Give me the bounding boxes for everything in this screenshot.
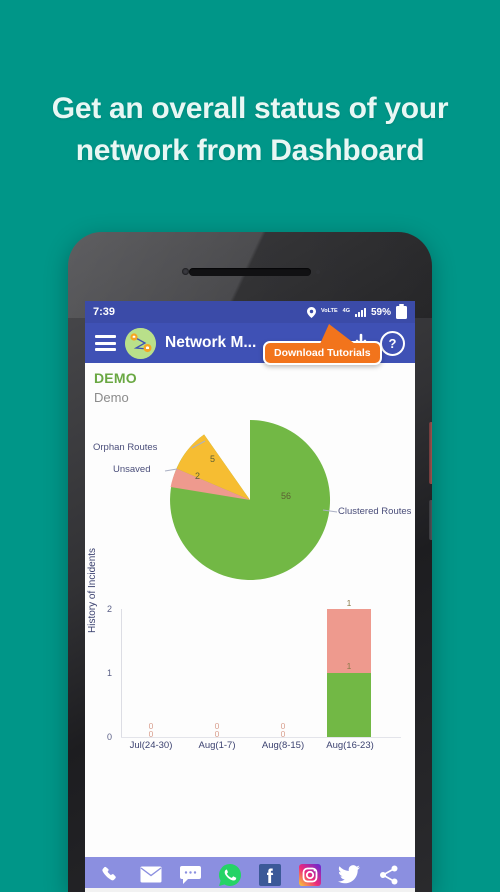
sms-icon[interactable] bbox=[179, 864, 201, 886]
bar-category-aug-16-23: Aug(16-23) bbox=[326, 740, 374, 751]
routes-pie-chart: Orphan Routes Unsaved Clustered Routes 5… bbox=[85, 407, 415, 589]
bar-column-aug-16-23[interactable] bbox=[327, 609, 371, 737]
battery-percent-label: 59% bbox=[370, 306, 391, 318]
location-pin-icon bbox=[307, 306, 317, 318]
bar-value-bottom-aug-8-15: 0 bbox=[280, 729, 286, 739]
pie-label-unsaved: Unsaved bbox=[113, 464, 151, 475]
share-icon[interactable] bbox=[378, 864, 400, 886]
tooltip-label: Download Tutorials bbox=[274, 347, 371, 359]
tooltip-arrow-icon bbox=[320, 324, 355, 344]
pie-label-clustered-routes: Clustered Routes bbox=[338, 506, 412, 517]
incidents-bar-chart: History of Incidents 0 1 2 0 0 Jul(24-30… bbox=[85, 548, 415, 771]
phone-icon[interactable] bbox=[100, 864, 122, 886]
account-subtitle: Demo bbox=[94, 390, 129, 405]
whatsapp-icon[interactable] bbox=[219, 863, 242, 886]
promo-headline-line1: Get an overall status of your bbox=[51, 92, 449, 125]
bar-value-bottom-aug-16-23: 1 bbox=[346, 661, 352, 671]
bar-chart-y-axis-label: History of Incidents bbox=[87, 547, 98, 633]
phone-mockup: 7:39 VoLTE 4G 59% Network M... ? Downloa… bbox=[68, 232, 432, 892]
facebook-icon[interactable] bbox=[258, 863, 281, 886]
status-bar: 7:39 VoLTE 4G 59% bbox=[85, 301, 415, 323]
twitter-icon[interactable] bbox=[338, 864, 361, 886]
pie-value-unsaved: 2 bbox=[195, 471, 201, 481]
front-camera-icon bbox=[182, 268, 189, 275]
email-icon[interactable] bbox=[140, 864, 162, 886]
network-manager-logo-icon bbox=[125, 327, 156, 359]
volume-button[interactable] bbox=[429, 500, 432, 540]
bar-chart-y-tick-2: 2 bbox=[107, 604, 113, 614]
pie-value-orphan-routes: 5 bbox=[210, 454, 216, 464]
promo-headline-line2: network from Dashboard bbox=[75, 134, 425, 167]
instagram-icon[interactable] bbox=[298, 863, 321, 886]
pie-value-clustered-routes: 56 bbox=[281, 491, 292, 501]
account-title: DEMO bbox=[94, 370, 137, 386]
battery-icon bbox=[396, 303, 407, 319]
bar-segment-green-aug-16-23 bbox=[327, 673, 371, 737]
network-type-indicator: 4G bbox=[342, 308, 350, 315]
bar-chart-y-tick-0: 0 bbox=[107, 732, 113, 742]
bar-category-aug-1-7: Aug(1-7) bbox=[198, 740, 236, 751]
leader-line-unsaved bbox=[164, 468, 178, 472]
account-block: DEMO Demo bbox=[85, 363, 415, 405]
status-clock: 7:39 bbox=[93, 306, 116, 318]
signal-bars-icon bbox=[354, 307, 366, 317]
volte-indicator: VoLTE bbox=[321, 308, 338, 315]
help-icon[interactable]: ? bbox=[380, 330, 405, 356]
bar-value-bottom-aug-1-7: 0 bbox=[214, 729, 220, 739]
android-nav-bar bbox=[85, 888, 415, 892]
help-glyph: ? bbox=[388, 335, 397, 351]
social-share-bar bbox=[85, 857, 415, 892]
bar-category-jul-24-30: Jul(24-30) bbox=[129, 740, 173, 751]
earpiece-speaker bbox=[189, 268, 311, 276]
pie-label-orphan-routes: Orphan Routes bbox=[93, 442, 158, 453]
status-icons: VoLTE 4G 59% bbox=[307, 303, 407, 319]
bar-value-bottom-jul-24-30: 0 bbox=[148, 729, 154, 739]
bar-chart-y-tick-1: 1 bbox=[107, 668, 113, 678]
proximity-sensor-icon bbox=[316, 270, 320, 274]
phone-screen: 7:39 VoLTE 4G 59% Network M... ? Downloa… bbox=[85, 301, 415, 892]
bar-category-aug-8-15: Aug(8-15) bbox=[261, 740, 305, 751]
pie-svg bbox=[164, 420, 338, 580]
power-button[interactable] bbox=[429, 422, 432, 484]
hamburger-menu-icon[interactable] bbox=[95, 335, 116, 351]
bar-value-top-aug-16-23: 1 bbox=[346, 598, 352, 608]
download-tutorials-tooltip[interactable]: Download Tutorials bbox=[263, 324, 382, 365]
bar-chart-y-axis bbox=[121, 609, 122, 737]
promo-headline: Get an overall status of your network fr… bbox=[0, 88, 500, 172]
